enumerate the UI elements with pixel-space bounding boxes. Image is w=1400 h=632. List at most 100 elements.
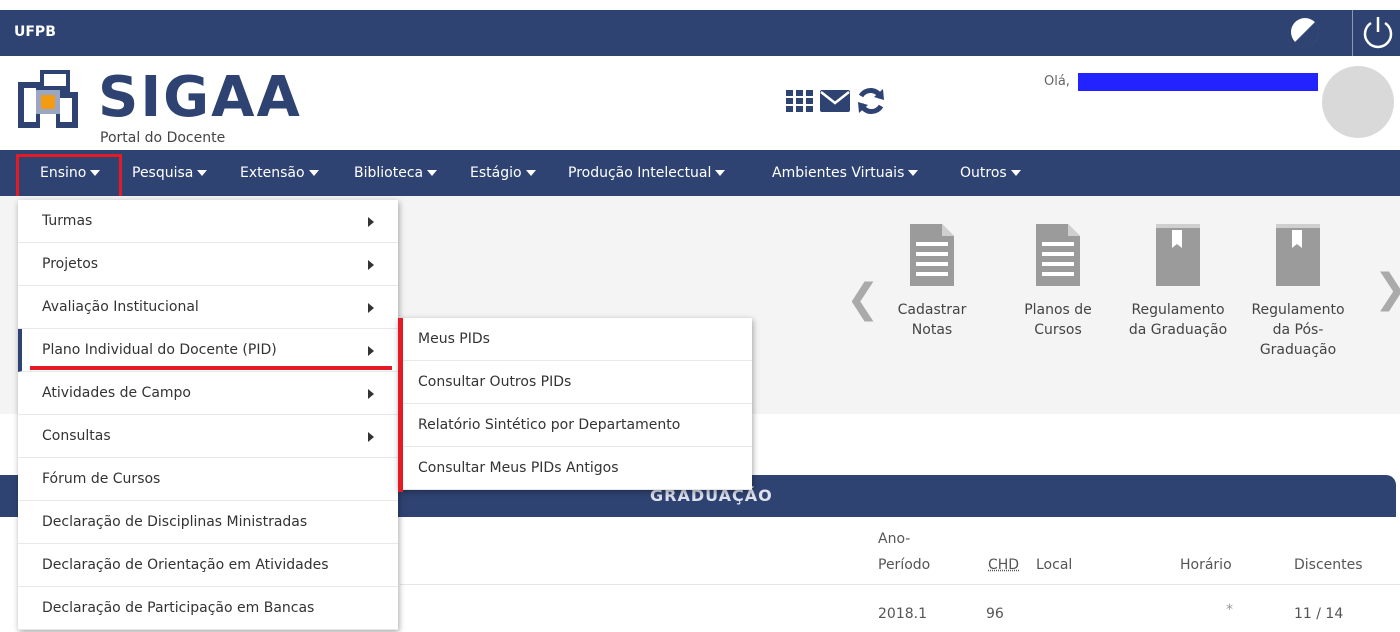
nav-label: Extensão	[240, 165, 305, 181]
portal-subtitle: Portal do Docente	[100, 130, 226, 146]
book-icon	[1156, 224, 1200, 286]
column-label: Período	[878, 557, 931, 573]
quick-label: Notas	[911, 322, 953, 338]
document-icon	[1036, 224, 1080, 286]
ensino-dropdown-menu: Turmas Projetos Avaliação Institucional …	[18, 200, 398, 630]
column-local: Local	[1036, 557, 1073, 573]
quick-label: Regulamento	[1251, 302, 1345, 318]
nav-pesquisa[interactable]: Pesquisa	[132, 150, 208, 196]
nav-label: Pesquisa	[132, 165, 194, 181]
caret-down-icon	[1010, 170, 1021, 176]
menu-item-declaracao-orientacao[interactable]: Declaração de Orientação em Atividades	[18, 544, 398, 587]
menu-item-consultas[interactable]: Consultas	[18, 415, 398, 458]
caret-down-icon	[308, 170, 319, 176]
menu-item-label: Declaração de Orientação em Atividades	[42, 557, 329, 573]
quick-cadastrar-notas[interactable]: Cadastrar Notas	[872, 222, 992, 340]
top-bar: UFPB	[0, 10, 1400, 56]
chevron-right-icon	[368, 303, 374, 313]
document-icon	[910, 224, 954, 286]
quick-planos-de-cursos[interactable]: Planos de Cursos	[998, 222, 1118, 340]
app-title: SIGAA	[98, 65, 302, 130]
contrast-icon[interactable]	[1288, 15, 1322, 49]
menu-item-projetos[interactable]: Projetos	[18, 243, 398, 286]
ensino-highlight-box	[16, 154, 122, 202]
quick-regulamento-pos-graduacao[interactable]: Regulamento da Pós- Graduação	[1238, 222, 1358, 360]
avatar[interactable]	[1322, 66, 1394, 138]
menu-item-avaliacao-institucional[interactable]: Avaliação Institucional	[18, 286, 398, 329]
quick-label: da Pós-	[1272, 322, 1324, 338]
quick-regulamento-graduacao[interactable]: Regulamento da Graduação	[1118, 222, 1238, 340]
nav-producao-intelectual[interactable]: Produção Intelectual	[568, 150, 726, 196]
nav-biblioteca[interactable]: Biblioteca	[354, 150, 438, 196]
menu-item-label: Turmas	[42, 213, 93, 229]
nav-label: Outros	[960, 165, 1007, 181]
submenu-item-meus-pids[interactable]: Meus PIDs	[398, 318, 752, 361]
submenu-item-consultar-pids-antigos[interactable]: Consultar Meus PIDs Antigos	[398, 447, 752, 490]
menu-item-turmas[interactable]: Turmas	[18, 200, 398, 243]
column-ano-periodo: Ano- Período	[878, 526, 930, 578]
modules-grid-icon[interactable]	[786, 89, 814, 113]
redacted-username	[1078, 73, 1318, 91]
menu-item-label: Atividades de Campo	[42, 385, 191, 401]
sigaa-logo-icon	[18, 70, 78, 128]
chevron-right-icon	[368, 389, 374, 399]
column-chd: CHD	[988, 557, 1020, 573]
caret-down-icon	[525, 170, 536, 176]
menu-item-label: Projetos	[42, 256, 99, 272]
menu-item-forum-de-cursos[interactable]: Fórum de Cursos	[18, 458, 398, 501]
quick-label: Cursos	[1034, 322, 1082, 338]
cell-horario: *	[1226, 602, 1233, 618]
nav-label: Estágio	[470, 165, 522, 181]
pid-submenu: Meus PIDs Consultar Outros PIDs Relatóri…	[398, 318, 752, 490]
menu-item-label: Avaliação Institucional	[42, 299, 199, 315]
quick-label: Planos de	[1024, 302, 1092, 318]
menu-item-label: Fórum de Cursos	[42, 471, 161, 487]
column-label: Ano-	[878, 531, 911, 547]
carousel-next-icon[interactable]: ❯	[1374, 266, 1400, 312]
column-horario: Horário	[1180, 557, 1232, 573]
nav-outros[interactable]: Outros	[960, 150, 1021, 196]
pid-highlight-underline	[30, 366, 392, 370]
cell-ano-periodo: 2018.1	[878, 606, 927, 622]
chevron-right-icon	[368, 217, 374, 227]
caret-down-icon	[908, 170, 919, 176]
chevron-right-icon	[368, 432, 374, 442]
submenu-item-relatorio-sintetico[interactable]: Relatório Sintético por Departamento	[398, 404, 752, 447]
menu-item-declaracao-disciplinas[interactable]: Declaração de Disciplinas Ministradas	[18, 501, 398, 544]
submenu-highlight-bar	[398, 318, 403, 492]
menu-item-atividades-de-campo[interactable]: Atividades de Campo	[18, 372, 398, 415]
caret-down-icon	[427, 170, 438, 176]
chevron-right-icon	[368, 260, 374, 270]
greeting-label: Olá,	[1044, 74, 1070, 89]
header: SIGAA Portal do Docente Olá,	[0, 56, 1400, 150]
caret-down-icon	[715, 170, 726, 176]
menu-item-label: Consultas	[42, 428, 111, 444]
nav-ambientes-virtuais[interactable]: Ambientes Virtuais	[772, 150, 919, 196]
main-nav: Ensino Pesquisa Extensão Biblioteca Está…	[0, 150, 1400, 196]
nav-label: Ambientes Virtuais	[772, 165, 905, 181]
nav-extensao[interactable]: Extensão	[240, 150, 319, 196]
menu-item-declaracao-bancas[interactable]: Declaração de Participação em Bancas	[18, 587, 398, 630]
mail-icon[interactable]	[820, 90, 850, 112]
nav-label: Biblioteca	[354, 165, 424, 181]
quick-label: Graduação	[1259, 342, 1337, 358]
nav-label: Produção Intelectual	[568, 165, 712, 181]
table-row-divider	[400, 584, 1400, 585]
institution-label: UFPB	[14, 24, 56, 40]
menu-item-label: Plano Individual do Docente (PID)	[42, 342, 277, 358]
submenu-item-consultar-outros-pids[interactable]: Consultar Outros PIDs	[398, 361, 752, 404]
topbar-divider	[1352, 10, 1353, 56]
nav-estagio[interactable]: Estágio	[470, 150, 536, 196]
caret-down-icon	[197, 170, 208, 176]
chevron-right-icon	[368, 346, 374, 356]
quick-label: Cadastrar	[897, 302, 967, 318]
column-discentes: Discentes	[1294, 557, 1363, 573]
cell-discentes: 11 / 14	[1294, 606, 1344, 622]
quick-label: Regulamento	[1131, 302, 1225, 318]
power-icon[interactable]	[1360, 14, 1396, 50]
quick-label: da Graduação	[1128, 322, 1228, 338]
menu-item-label: Declaração de Disciplinas Ministradas	[42, 514, 308, 530]
book-icon	[1276, 224, 1320, 286]
menu-item-label: Declaração de Participação em Bancas	[42, 600, 315, 616]
refresh-icon[interactable]	[856, 87, 886, 115]
